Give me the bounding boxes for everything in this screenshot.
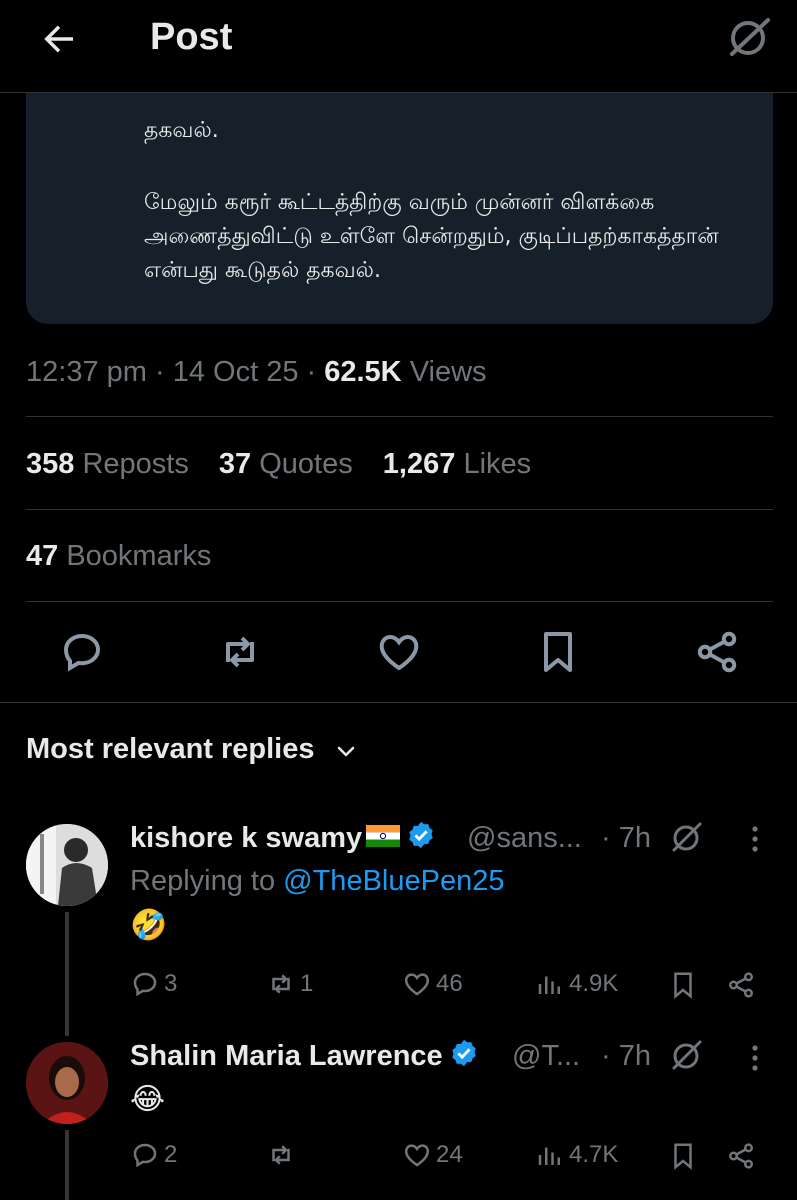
repost-icon[interactable] (216, 628, 264, 676)
bookmarks-stat[interactable]: 47 Bookmarks (26, 540, 211, 573)
india-flag-icon (366, 825, 401, 848)
reply-icon (133, 972, 157, 997)
engagement-stats: 358 Reposts 37 Quotes 1,267 Likes (26, 448, 553, 481)
thread-line (65, 912, 69, 1036)
mention-link[interactable]: @TheBluePen25 (283, 865, 504, 897)
reply-icon (133, 1143, 157, 1168)
bookmark-icon[interactable] (668, 1141, 698, 1171)
post-date[interactable]: 14 Oct 25 (173, 356, 299, 388)
likes-stat[interactable]: 1,267 Likes (383, 448, 531, 480)
repost-count[interactable] (266, 1140, 300, 1170)
reply-time[interactable]: · 7h (601, 1040, 651, 1073)
reply-author-row[interactable]: Shalin Maria Lawrence (130, 1040, 479, 1073)
page-title: Post (150, 16, 233, 58)
analytics-icon (538, 976, 560, 994)
replying-to: Replying to @TheBluePen25 (130, 865, 505, 897)
quoted-text-paragraph: மேலும் கரூர் கூட்டத்திற்கு வரும் முன்னர்… (144, 190, 719, 283)
quotes-stat[interactable]: 37 Quotes (219, 448, 353, 480)
repost-icon (272, 1145, 290, 1165)
replies-sort-label[interactable]: Most relevant replies (26, 733, 315, 766)
share-icon[interactable] (726, 970, 756, 1000)
like-heart-icon (404, 1144, 430, 1167)
back-arrow-icon[interactable] (38, 18, 80, 60)
like-count[interactable]: 24 (402, 1140, 463, 1170)
grok-icon[interactable] (668, 820, 704, 856)
analytics-icon (538, 1147, 560, 1165)
post-action-bar (0, 628, 797, 678)
more-options-icon[interactable] (748, 1043, 762, 1073)
divider (26, 509, 773, 510)
like-heart-icon (404, 973, 430, 996)
repost-icon (272, 974, 290, 994)
views-label: Views (409, 356, 487, 388)
like-heart-icon[interactable] (375, 628, 423, 676)
bookmark-icon[interactable] (668, 970, 698, 1000)
share-icon[interactable] (693, 628, 741, 676)
quoted-text-line: தகவல். (144, 118, 219, 143)
handle[interactable]: @sans... (467, 822, 582, 855)
share-icon[interactable] (726, 1141, 756, 1171)
reply-count[interactable]: 3 (130, 969, 177, 999)
bookmark-icon[interactable] (534, 628, 582, 676)
thread-line (65, 1130, 69, 1200)
reply-content: 🤣 (130, 909, 168, 942)
views-count: 62.5K (324, 356, 402, 388)
repost-count[interactable]: 1 (266, 969, 313, 999)
divider (26, 416, 773, 417)
avatar[interactable] (26, 824, 108, 906)
handle[interactable]: @T... (512, 1040, 580, 1073)
reply-author-row[interactable]: kishore k swamy (130, 822, 436, 855)
like-count[interactable]: 46 (402, 969, 463, 999)
more-options-icon[interactable] (748, 824, 762, 854)
reply-icon[interactable] (58, 628, 106, 676)
avatar[interactable] (26, 1042, 108, 1124)
reply-time[interactable]: · 7h (601, 822, 651, 855)
post-time: 12:37 pm (26, 356, 147, 388)
view-count[interactable]: 4.7K (535, 1140, 618, 1170)
reposts-stat[interactable]: 358 Reposts (26, 448, 189, 480)
verified-badge-icon (409, 822, 433, 849)
divider (26, 601, 773, 602)
grok-icon[interactable] (724, 14, 772, 62)
display-name[interactable]: Shalin Maria Lawrence (130, 1040, 443, 1072)
reply-count[interactable]: 2 (130, 1140, 177, 1170)
divider (0, 702, 797, 703)
reply-content: 😂 (130, 1083, 166, 1116)
verified-badge-icon (451, 1040, 476, 1067)
view-count[interactable]: 4.9K (535, 969, 618, 999)
post-meta: 12:37 pm · 14 Oct 25 · 62.5K Views (26, 356, 487, 388)
chevron-down-icon[interactable] (334, 740, 358, 764)
grok-icon[interactable] (668, 1038, 704, 1074)
top-bar: Post (0, 0, 797, 93)
display-name[interactable]: kishore k swamy (130, 822, 362, 854)
